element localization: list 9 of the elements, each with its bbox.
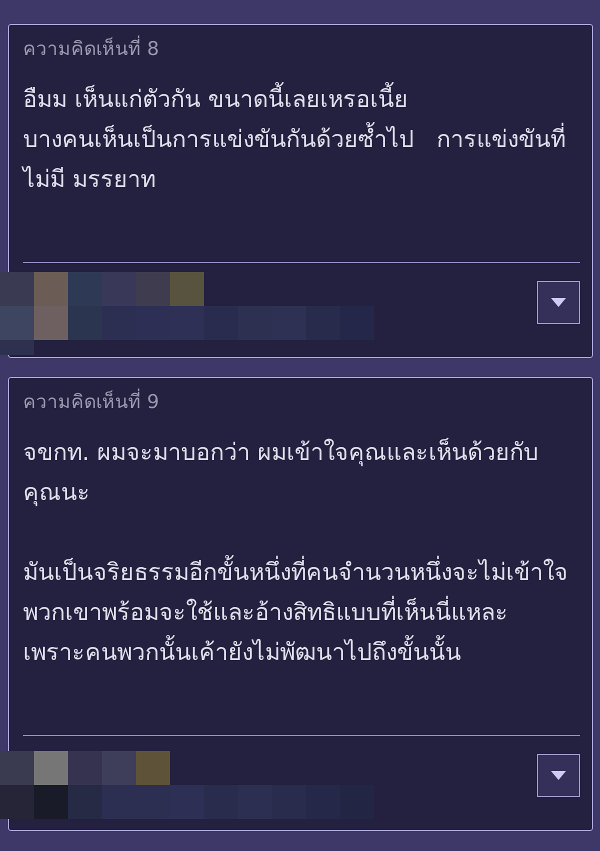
comment-label: ความคิดเห็นที่ 9 <box>23 390 579 414</box>
dropdown-button[interactable] <box>537 754 580 797</box>
caret-down-icon <box>551 771 566 780</box>
comment-text: จขกท. ผมจะมาบอกว่า ผมเข้าใจคุณและเห็นด้วยกับ คุณนะ <box>23 436 540 508</box>
comment-label: ความคิดเห็นที่ 8 <box>23 37 579 61</box>
dropdown-button[interactable] <box>537 281 580 324</box>
caret-down-icon <box>551 298 566 307</box>
comment-text: อืมม เห็นแก่ตัวกัน ขนาดนี้เลยเหรอเนี้ย บางคนเห็นเป็นการแข่งขันกันด้วยซ้ำไป การแข่งขันที่ ไม่มี มรรยาท <box>23 79 586 199</box>
comment-text: มันเป็นจริยธรรมอีกขั้นหนึ่งที่คนจำนวนหนึ่งจะไม่เข้าใจ พวกเขาพร้อมจะใช้และอ้างสิทธิแบบที่เห็นนี่แหละ เพราะคนพวกนั้นเค้ายังไม่พัฒนาไปถึงขั้นนั้น <box>23 552 586 672</box>
